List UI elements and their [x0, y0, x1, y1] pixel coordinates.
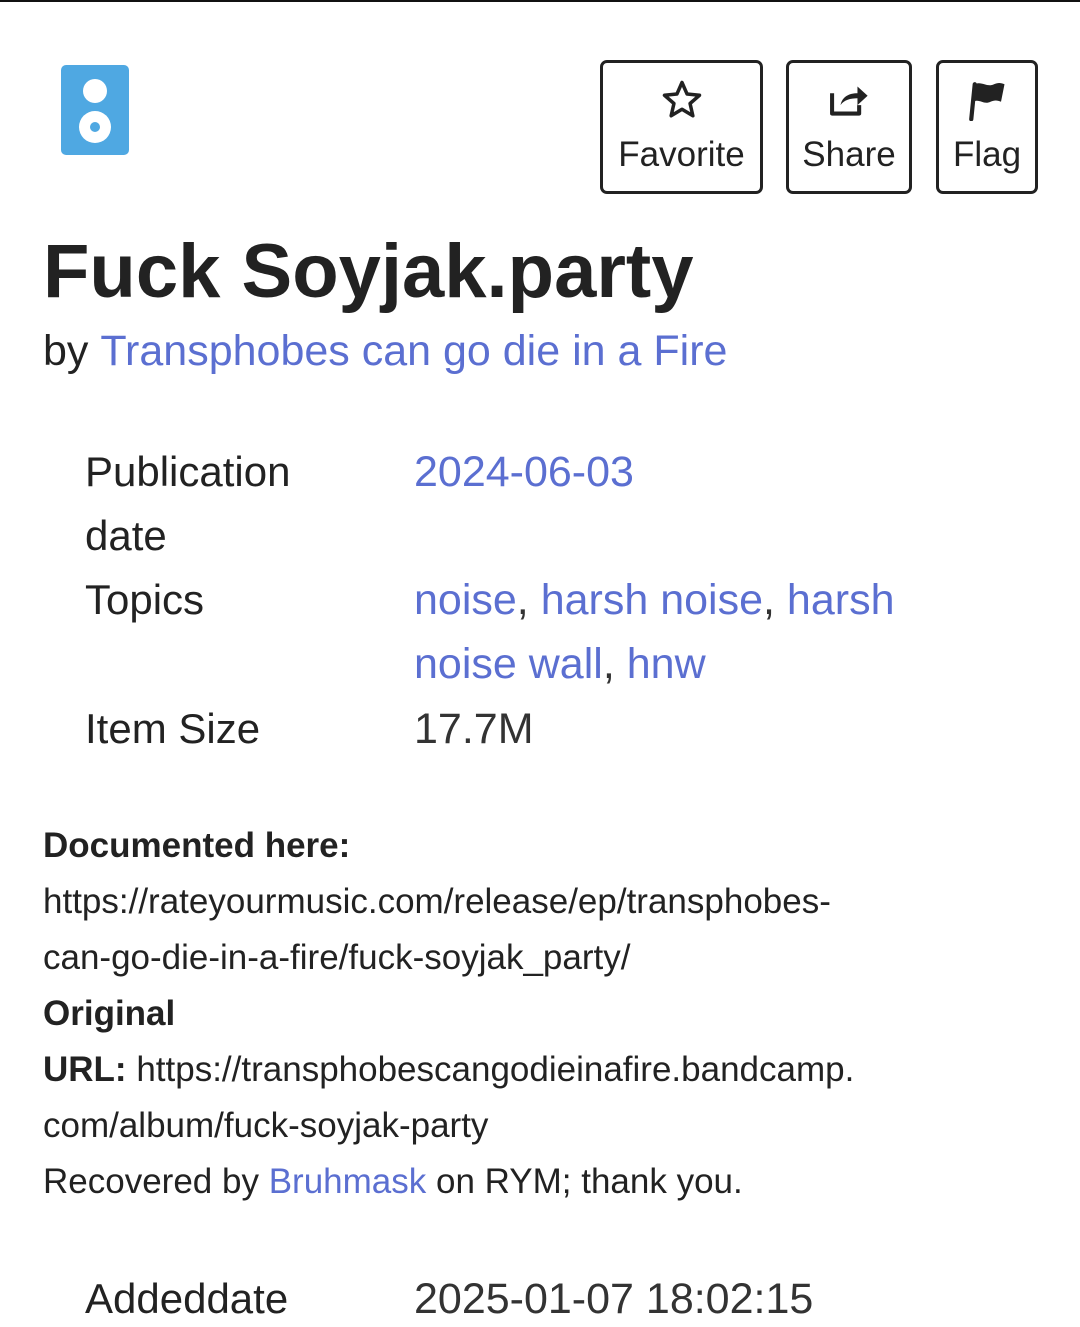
- share-label: Share: [802, 135, 896, 174]
- topic-link[interactable]: hnw: [627, 640, 706, 688]
- topics-label: Topics: [85, 576, 205, 623]
- speaker-tweeter: [83, 79, 107, 103]
- favorite-label: Favorite: [618, 135, 745, 174]
- topic-separator: ,: [516, 576, 541, 624]
- original-url-part1: https://transphobescangodieinafire.bandc…: [136, 1050, 855, 1089]
- creator-link[interactable]: Transphobes can go die in a Fire: [100, 327, 727, 375]
- speaker-woofer: [79, 111, 111, 143]
- addeddate-label: Addeddate: [85, 1275, 289, 1322]
- topic-separator: ,: [602, 640, 627, 688]
- publication-date-label: Publication date: [85, 440, 290, 568]
- original-label: Original: [43, 994, 176, 1033]
- original-url-line2: com/album/fuck-soyjak-party: [43, 1106, 489, 1145]
- topic-link[interactable]: harsh noise: [541, 576, 763, 624]
- publication-date-link[interactable]: 2024-06-03: [414, 448, 634, 496]
- publication-date-label-line2: date: [85, 512, 167, 559]
- item-size-value: 17.7M: [414, 705, 534, 753]
- documented-url-line2: can-go-die-in-a-fire/fuck-soyjak_party/: [43, 938, 631, 977]
- original-label-line1: Original: [43, 986, 175, 1042]
- topic-separator: ,: [763, 576, 787, 624]
- flag-label: Flag: [952, 135, 1022, 174]
- share-button[interactable]: Share: [786, 60, 912, 194]
- recovered-line: Recovered by Bruhmask on RYM; thank you.: [43, 1154, 743, 1210]
- recovered-prefix: Recovered by: [43, 1162, 259, 1201]
- topics-value: noise, harsh noise, harsh noise wall, hn…: [414, 568, 934, 696]
- recovered-user-link[interactable]: Bruhmask: [269, 1162, 427, 1201]
- flag-button[interactable]: Flag: [936, 60, 1038, 194]
- item-size-label: Item Size: [85, 705, 261, 752]
- by-prefix: by: [43, 327, 89, 375]
- topic-link[interactable]: noise: [414, 576, 517, 624]
- url-label: URL:: [43, 1050, 127, 1089]
- top-divider: [0, 0, 1080, 2]
- share-icon: [827, 79, 871, 121]
- favorite-button[interactable]: Favorite: [600, 60, 763, 194]
- flag-icon: [966, 79, 1008, 121]
- recovered-suffix: on RYM; thank you.: [435, 1162, 743, 1201]
- item-title: Fuck Soyjak.party: [43, 229, 694, 314]
- documented-url-line1: https://rateyourmusic.com/release/ep/tra…: [43, 882, 831, 921]
- audio-speaker-icon: [61, 65, 129, 155]
- addeddate-value: 2025-01-07 18:02:15: [414, 1275, 814, 1323]
- star-icon: [661, 79, 703, 121]
- documented-label-line: Documented here:: [43, 818, 350, 874]
- publication-date-label-line1: Publication: [85, 448, 291, 495]
- item-page: Favorite Share Flag Fuck Soyjak.party by…: [0, 0, 1080, 1327]
- publication-date-value: 2024-06-03: [414, 440, 634, 504]
- documented-label: Documented here:: [43, 826, 351, 865]
- byline: by Transphobes can go die in a Fire: [43, 323, 727, 379]
- original-url-line1: URL: https://transphobescangodieinafire.…: [43, 1042, 854, 1098]
